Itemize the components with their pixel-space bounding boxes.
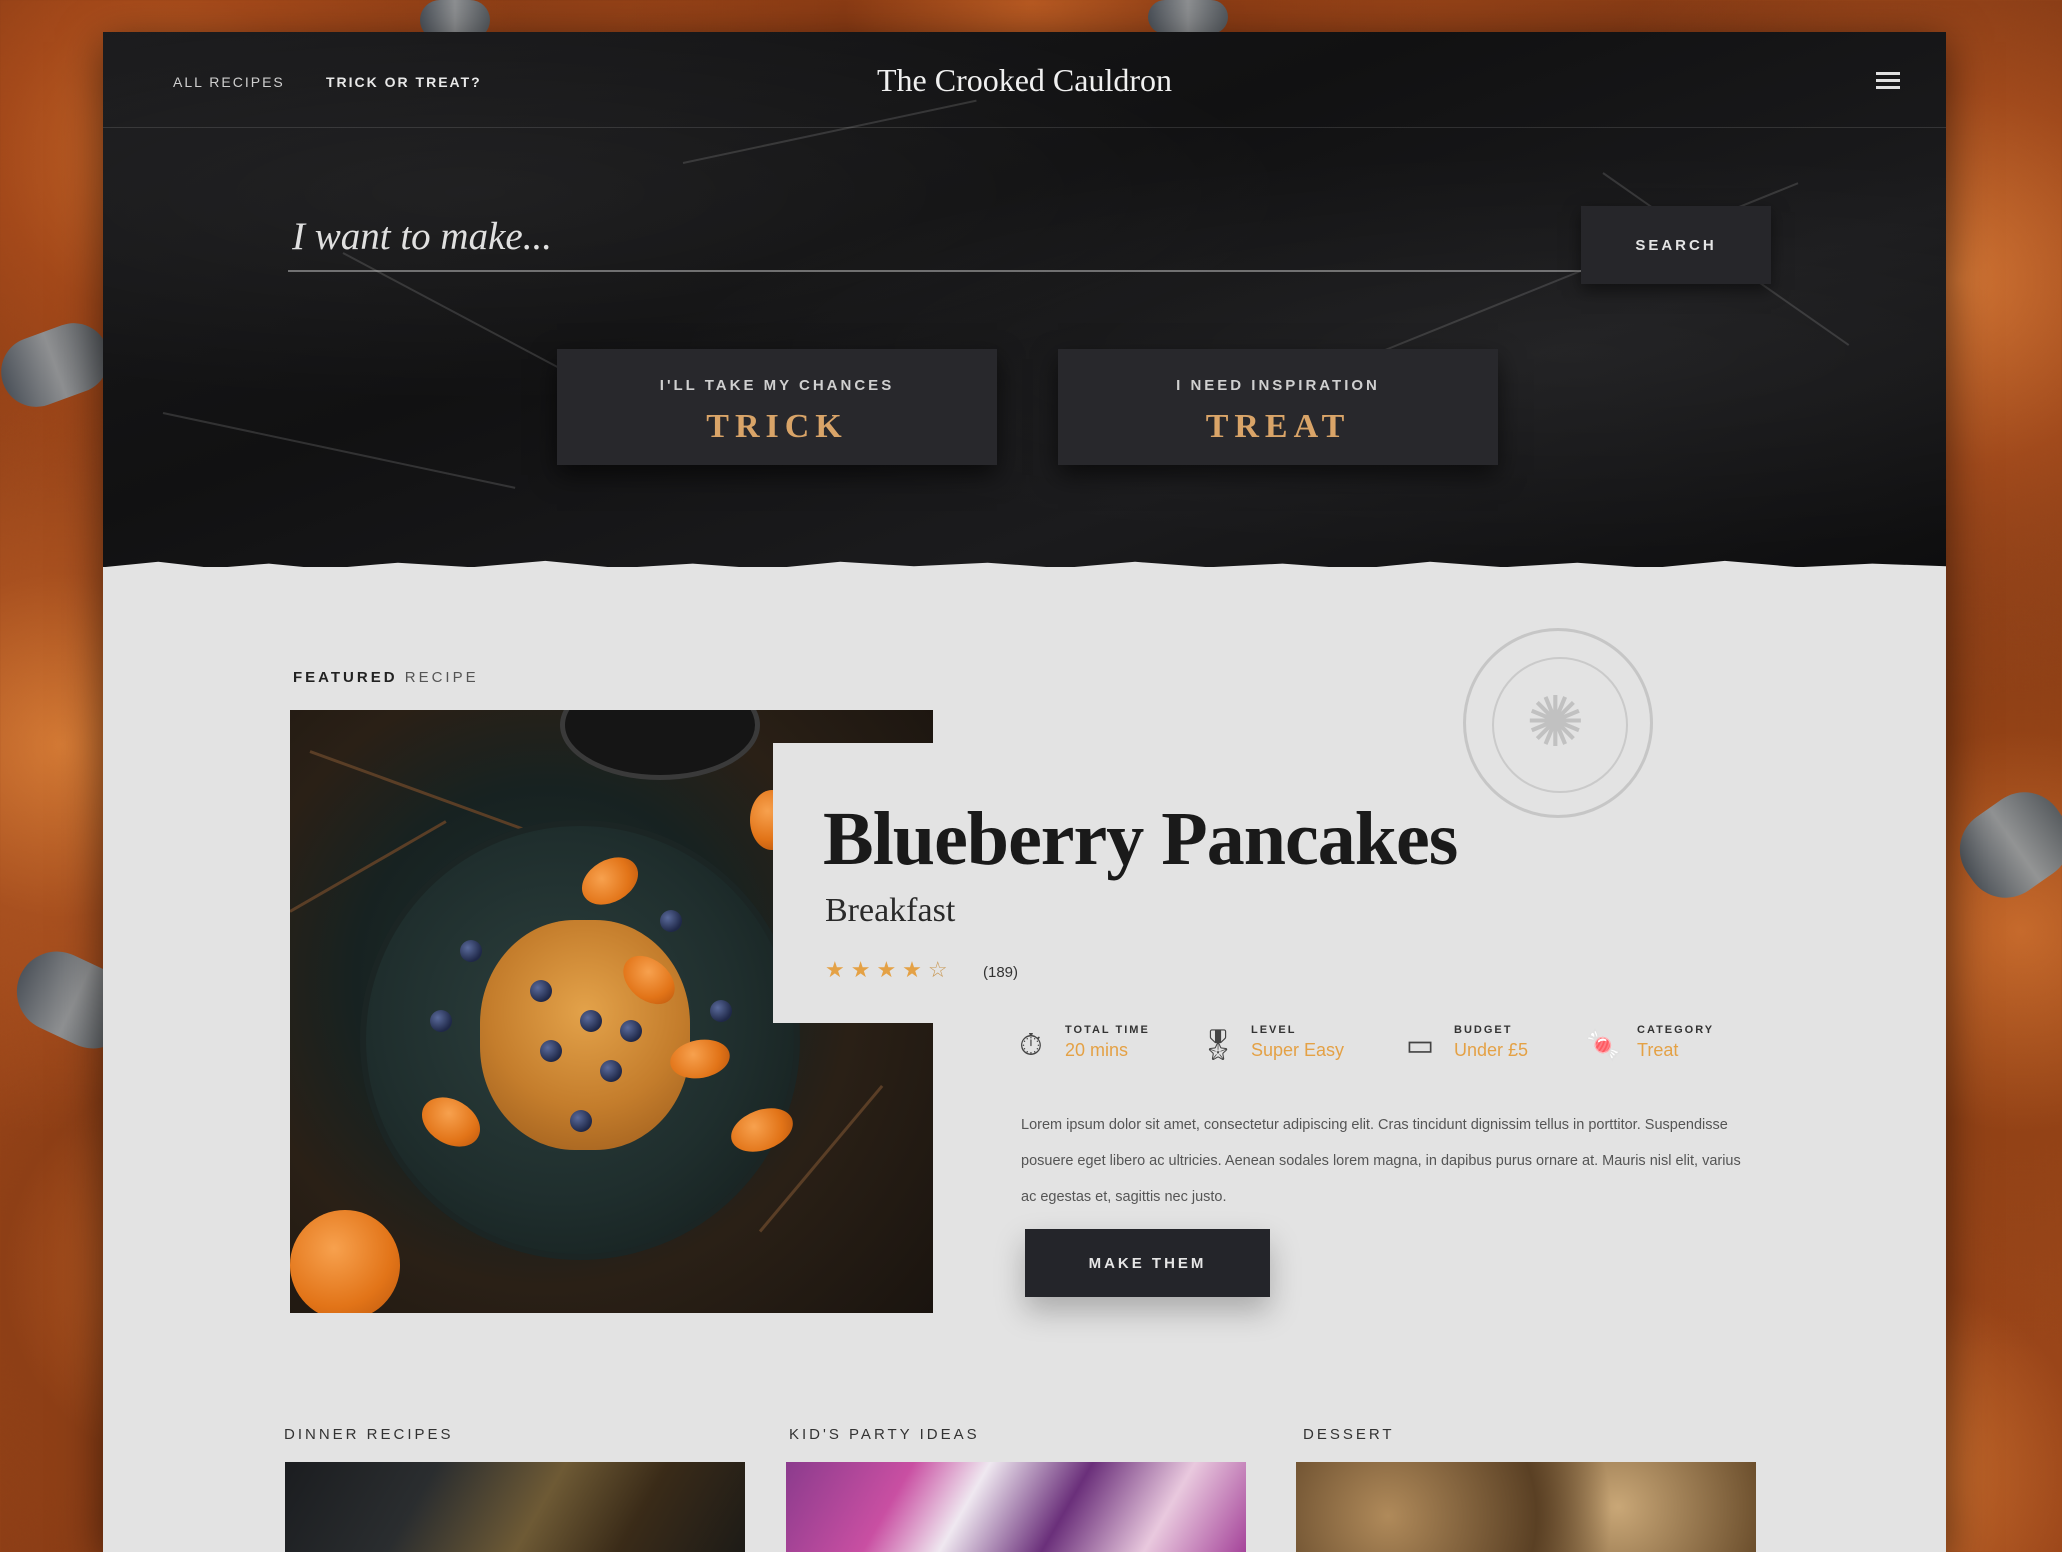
star-empty-icon: ☆ bbox=[927, 957, 954, 982]
featured-recipe-label: FEATURED RECIPE bbox=[293, 669, 479, 686]
meta-budget: ▭ Budget Under £5 bbox=[1402, 1024, 1528, 1064]
blueberry bbox=[600, 1060, 622, 1082]
candy-icon: 🍬 bbox=[1585, 1029, 1623, 1062]
meta-label: Level bbox=[1251, 1024, 1297, 1036]
dessert-thumbnail[interactable] bbox=[1296, 1462, 1756, 1552]
treat-button[interactable]: I need inspiration TREAT bbox=[1058, 349, 1498, 465]
meta-category: 🍬 Category Treat bbox=[1585, 1024, 1714, 1064]
meta-level: 🎖 Level Super Easy bbox=[1199, 1024, 1344, 1064]
kids-party-thumbnail[interactable] bbox=[786, 1462, 1246, 1552]
stopwatch-icon: ⏱ bbox=[1019, 1029, 1043, 1062]
meta-label: Total time bbox=[1065, 1024, 1150, 1036]
award-ribbon-icon: 🎖 bbox=[1199, 1029, 1238, 1062]
pumpkin-stem-decoration bbox=[1944, 776, 2062, 914]
star-filled-icon: ★★★★ bbox=[825, 957, 928, 982]
blueberry bbox=[530, 980, 552, 1002]
meta-label: Category bbox=[1637, 1024, 1715, 1036]
meta-label: Budget bbox=[1454, 1024, 1513, 1036]
twig-decoration bbox=[309, 750, 537, 835]
meta-value: Treat bbox=[1637, 1040, 1679, 1060]
treat-label: TREAT bbox=[1205, 408, 1351, 445]
rating-count: (189) bbox=[983, 964, 1019, 981]
blueberry bbox=[540, 1040, 562, 1062]
blueberry bbox=[430, 1010, 452, 1032]
trick-label: TRICK bbox=[706, 408, 848, 445]
meta-value: 20 mins bbox=[1065, 1040, 1129, 1060]
marble-vein bbox=[162, 412, 516, 489]
make-them-button[interactable]: MAKE THEM bbox=[1025, 1229, 1270, 1297]
blueberry bbox=[710, 1000, 732, 1022]
meta-value: Under £5 bbox=[1454, 1040, 1529, 1060]
page-card: All recipes Trick or treat? The Crooked … bbox=[103, 32, 1946, 1552]
category-label-dessert[interactable]: Dessert bbox=[1303, 1426, 1395, 1443]
blueberry bbox=[460, 940, 482, 962]
trick-subtitle: I'll take my chances bbox=[659, 377, 895, 394]
blueberry bbox=[660, 910, 682, 932]
recipe-search-input[interactable] bbox=[288, 202, 1613, 272]
recipe-category: Breakfast bbox=[825, 892, 956, 929]
featured-label-bold: FEATURED bbox=[293, 669, 398, 686]
recipe-description: Lorem ipsum dolor sit amet, consectetur … bbox=[1021, 1117, 1741, 1205]
blueberry bbox=[570, 1110, 592, 1132]
featured-stamp-icon: ✺ bbox=[1463, 628, 1653, 818]
site-brand[interactable]: The Crooked Cauldron bbox=[103, 62, 1946, 99]
mandarin bbox=[290, 1210, 400, 1313]
recipe-title[interactable]: Blueberry Pancakes bbox=[823, 796, 1458, 883]
category-label-dinner[interactable]: Dinner recipes bbox=[284, 1426, 454, 1443]
hero-section: All recipes Trick or treat? The Crooked … bbox=[103, 32, 1946, 567]
wallet-icon: ▭ bbox=[1405, 1029, 1435, 1062]
featured-label-rest: RECIPE bbox=[397, 669, 479, 686]
top-nav: All recipes Trick or treat? The Crooked … bbox=[103, 32, 1946, 128]
pumpkin-stem-decoration bbox=[0, 313, 119, 417]
dinner-recipes-thumbnail[interactable] bbox=[285, 1462, 745, 1552]
hamburger-icon[interactable] bbox=[1876, 72, 1900, 90]
treat-subtitle: I need inspiration bbox=[1176, 377, 1380, 394]
pumpkin-stem-decoration bbox=[1148, 0, 1228, 34]
meta-total-time: ⏱ Total time 20 mins bbox=[1013, 1024, 1150, 1064]
meta-value: Super Easy bbox=[1251, 1040, 1345, 1060]
rating-stars[interactable]: ★★★★☆ bbox=[825, 957, 954, 983]
search-button[interactable]: SEARCH bbox=[1581, 206, 1771, 284]
blueberry bbox=[580, 1010, 602, 1032]
category-label-kids-party[interactable]: Kid's party ideas bbox=[789, 1426, 980, 1443]
dark-bowl bbox=[560, 710, 760, 780]
trick-button[interactable]: I'll take my chances TRICK bbox=[557, 349, 997, 465]
blueberry bbox=[620, 1020, 642, 1042]
